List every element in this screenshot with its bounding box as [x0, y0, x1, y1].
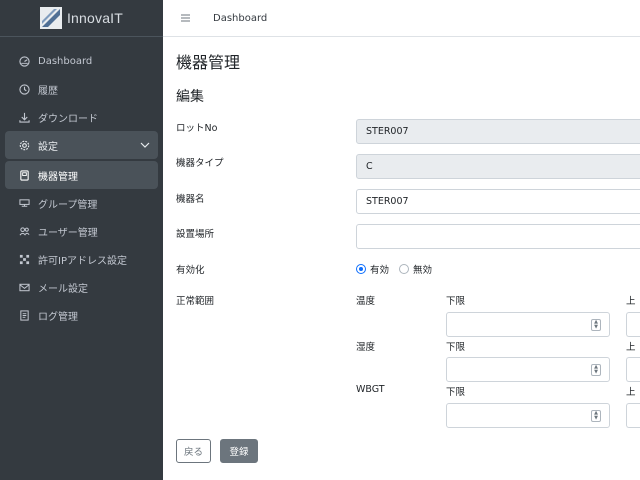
temperature-upper-input[interactable] — [626, 312, 640, 337]
sidebar-item-label: 許可IPアドレス設定 — [38, 255, 127, 267]
enabled-off-radio[interactable] — [399, 264, 410, 274]
humidity-upper-input[interactable] — [626, 357, 640, 382]
brand[interactable]: InnovaIT — [0, 0, 163, 37]
top-navbar: Dashboard — [163, 0, 640, 37]
sidebar-item-log-management[interactable]: ログ管理 — [5, 301, 158, 329]
enabled-radio-group: 有効 無効 — [356, 262, 442, 276]
range-name-wbgt: WBGT — [356, 384, 385, 395]
sidebar-item-dashboard[interactable]: Dashboard — [5, 47, 158, 75]
sidebar-item-user-management[interactable]: ユーザー管理 — [5, 217, 158, 245]
save-button[interactable]: 登録 — [220, 439, 258, 463]
range-lower-label: 下限 — [446, 387, 466, 398]
users-icon — [18, 225, 31, 238]
lot-label: ロットNo — [176, 123, 218, 134]
hamburger-icon[interactable] — [181, 12, 193, 25]
lot-field[interactable]: STER007 — [356, 119, 640, 144]
sidebar-item-label: Dashboard — [38, 55, 93, 67]
wbgt-upper-input[interactable] — [626, 403, 640, 428]
spinner-icon[interactable]: ▲ ▼ — [591, 364, 601, 376]
device-icon — [18, 169, 31, 182]
type-field[interactable]: C — [356, 154, 640, 179]
sidebar-item-allowed-ip[interactable]: 許可IPアドレス設定 — [5, 245, 158, 273]
gauge-icon — [18, 55, 31, 68]
sidebar-item-label: ダウンロード — [38, 113, 98, 125]
history-icon — [18, 83, 31, 96]
gear-icon — [18, 139, 31, 152]
sidebar-item-label: 設定 — [38, 141, 58, 153]
spinner-icon[interactable]: ▲ ▼ — [591, 410, 601, 422]
sidebar: InnovaIT Dashboard 履歴 ダウンロード 設定 機器管理 グルー… — [0, 0, 163, 480]
range-lower-label: 下限 — [446, 296, 466, 307]
sidebar-item-history[interactable]: 履歴 — [5, 75, 158, 103]
page-title: 機器管理 — [176, 53, 241, 72]
sidebar-item-label: ログ管理 — [38, 311, 78, 323]
sidebar-item-label: 履歴 — [38, 85, 58, 97]
chevron-down-icon — [140, 140, 150, 151]
wbgt-lower-input[interactable]: ▲ ▼ — [446, 403, 610, 428]
range-name-temperature: 温度 — [356, 296, 376, 307]
topbar-dashboard-link[interactable]: Dashboard — [213, 13, 267, 24]
brand-logo-icon — [39, 7, 62, 29]
sidebar-item-download[interactable]: ダウンロード — [5, 103, 158, 131]
normal-range-label: 正常範囲 — [176, 296, 215, 307]
temperature-lower-input[interactable]: ▲ ▼ — [446, 312, 610, 337]
location-label: 設置場所 — [176, 229, 215, 240]
range-upper-label: 上 — [626, 296, 636, 307]
sidebar-item-settings[interactable]: 設定 — [5, 131, 158, 159]
enabled-label: 有効化 — [176, 265, 205, 276]
brand-name: InnovaIT — [66, 10, 124, 26]
sidebar-item-label: メール設定 — [38, 283, 88, 295]
range-upper-label: 上 — [626, 387, 636, 398]
sidebar-item-mail-settings[interactable]: メール設定 — [5, 273, 158, 301]
range-upper-label: 上 — [626, 342, 636, 353]
sidebar-item-label: 機器管理 — [38, 171, 78, 183]
download-icon — [18, 111, 31, 124]
range-lower-label: 下限 — [446, 342, 466, 353]
enabled-on-radio[interactable] — [356, 264, 366, 274]
network-icon — [18, 253, 31, 266]
group-icon — [18, 197, 31, 210]
sidebar-item-label: ユーザー管理 — [38, 227, 98, 239]
back-button[interactable]: 戻る — [176, 439, 211, 463]
sidebar-nav: Dashboard 履歴 ダウンロード 設定 機器管理 グループ管理 ユーザー管… — [0, 37, 163, 329]
sidebar-item-group-management[interactable]: グループ管理 — [5, 189, 158, 217]
enabled-off-label[interactable]: 無効 — [413, 262, 432, 276]
mail-icon — [18, 281, 31, 294]
type-label: 機器タイプ — [176, 158, 224, 169]
range-name-humidity: 湿度 — [356, 342, 376, 353]
device-name-input[interactable]: STER007 — [356, 189, 640, 214]
sidebar-item-device-management[interactable]: 機器管理 — [5, 161, 158, 189]
spinner-icon[interactable]: ▲ ▼ — [591, 319, 601, 331]
main-content: 機器管理 編集 ロットNo STER007 機器タイプ C 機器名 STER00… — [163, 37, 640, 480]
name-label: 機器名 — [176, 194, 205, 205]
sidebar-item-label: グループ管理 — [38, 199, 98, 211]
log-icon — [18, 309, 31, 322]
section-title: 編集 — [176, 89, 204, 105]
enabled-on-label[interactable]: 有効 — [370, 262, 389, 276]
location-input[interactable] — [356, 224, 640, 249]
humidity-lower-input[interactable]: ▲ ▼ — [446, 357, 610, 382]
